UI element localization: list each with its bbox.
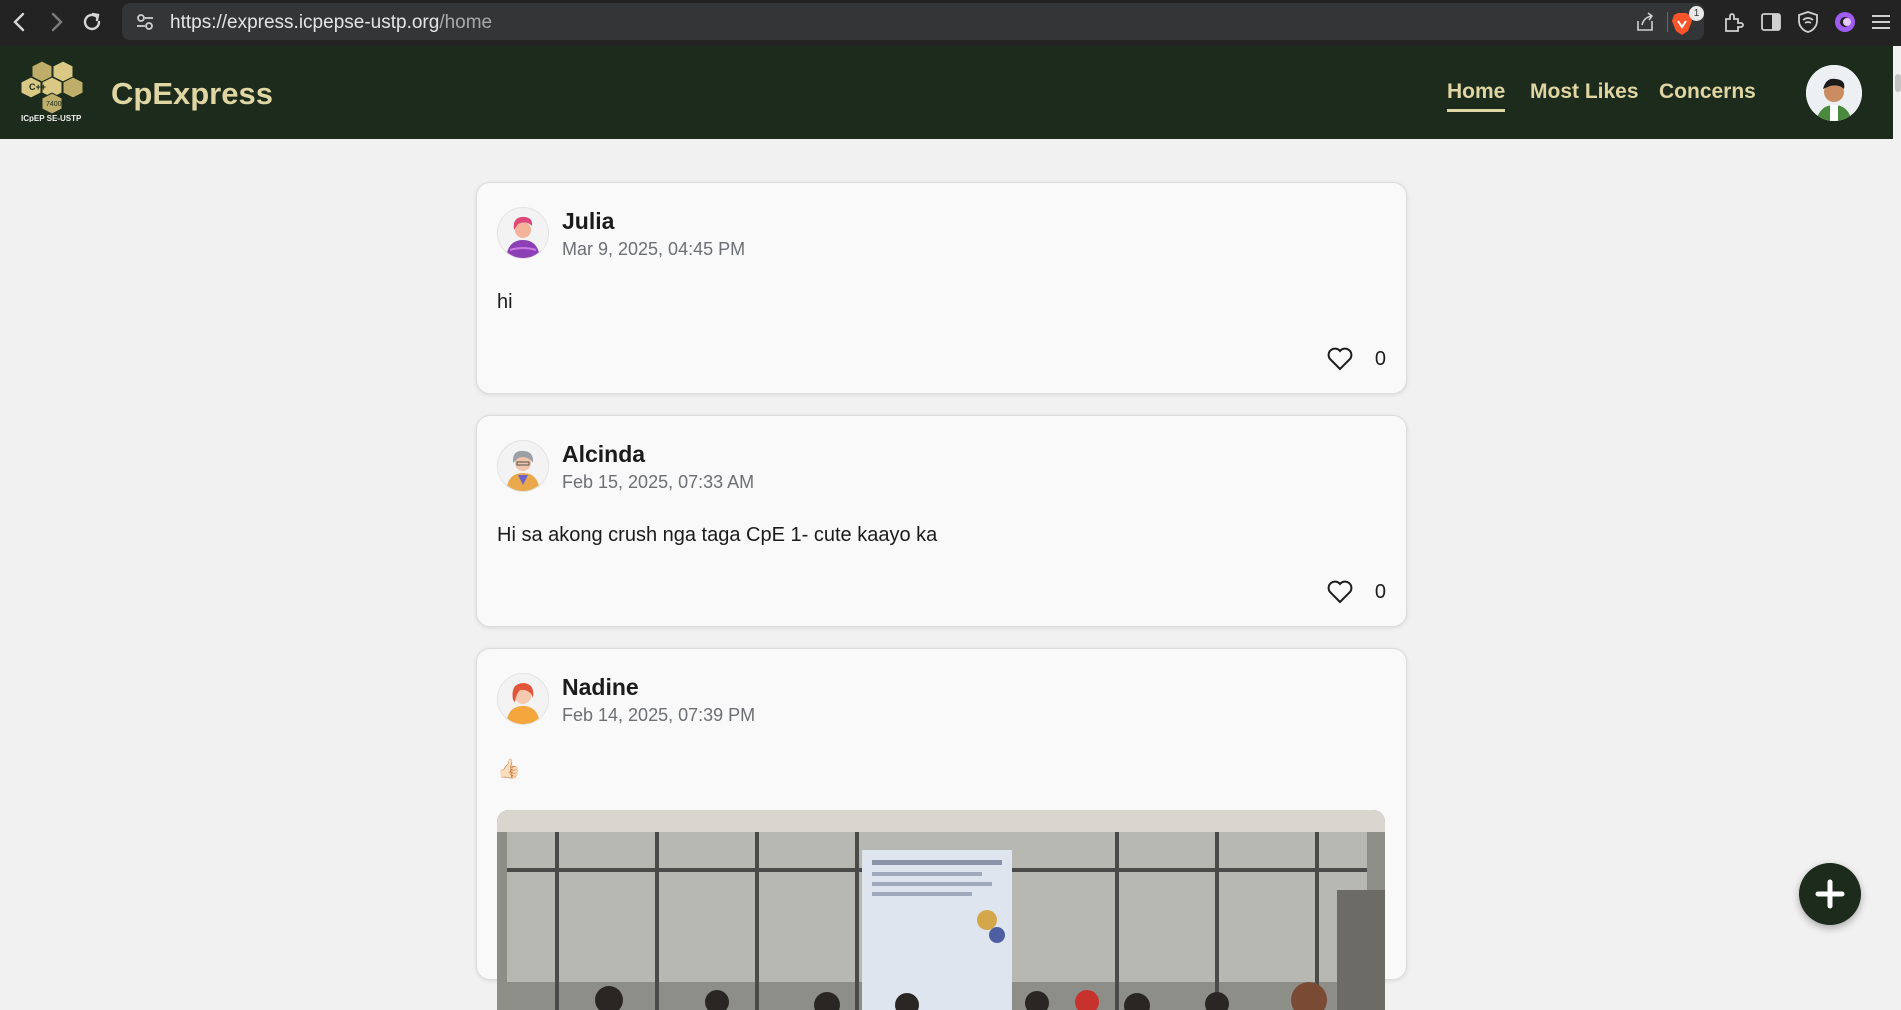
leo-ai-icon[interactable] xyxy=(1833,10,1857,34)
elderly-avatar-icon xyxy=(506,450,540,491)
forward-icon[interactable] xyxy=(44,10,68,34)
woman-avatar-icon xyxy=(506,683,540,724)
sidebar-icon[interactable] xyxy=(1759,10,1783,34)
post-card: Nadine Feb 14, 2025, 07:39 PM 👍🏻 xyxy=(476,648,1407,1010)
url-text: https://express.icpepse-ustp.org/home xyxy=(170,12,493,33)
page-scrollbar[interactable] xyxy=(1893,46,1901,964)
address-bar[interactable]: https://express.icpepse-ustp.org/home xyxy=(122,3,1704,40)
post-content: 👍🏻 xyxy=(497,759,521,780)
post-avatar[interactable] xyxy=(497,673,549,725)
app-title[interactable]: CpExpress xyxy=(111,76,273,112)
post-content: hi xyxy=(497,291,513,313)
like-count: 0 xyxy=(1374,581,1386,603)
share-icon[interactable] xyxy=(1634,11,1656,33)
back-icon[interactable] xyxy=(8,10,32,34)
group-photo xyxy=(497,810,1385,1010)
nav-most-likes[interactable]: Most Likes xyxy=(1530,80,1639,104)
post-content: Hi sa akong crush nga taga CpE 1- cute k… xyxy=(497,524,938,546)
post-author[interactable]: Alcinda xyxy=(562,441,645,468)
like-button[interactable]: 0 xyxy=(1326,579,1386,607)
nav-home[interactable]: Home xyxy=(1447,80,1506,112)
post-timestamp: Feb 15, 2025, 07:33 AM xyxy=(562,472,755,492)
user-avatar-icon xyxy=(1806,65,1862,121)
app-header: C++ 7400 ICpEP SE-USTP CpExpress Home Mo… xyxy=(0,46,1893,139)
post-author[interactable]: Julia xyxy=(562,208,614,235)
create-post-button[interactable] xyxy=(1799,863,1861,925)
vpn-shield-icon[interactable] xyxy=(1796,10,1820,34)
post-card: Julia Mar 9, 2025, 04:45 PM hi 0 xyxy=(476,182,1407,394)
plus-icon xyxy=(1815,879,1845,909)
shields-badge: 1 xyxy=(1689,6,1704,21)
post-avatar[interactable] xyxy=(497,207,549,259)
site-settings-icon[interactable] xyxy=(134,11,156,33)
reload-icon[interactable] xyxy=(80,10,104,34)
brave-shields[interactable]: 1 xyxy=(1664,4,1704,40)
post-timestamp: Feb 14, 2025, 07:39 PM xyxy=(562,705,756,725)
post-author[interactable]: Nadine xyxy=(562,674,639,701)
heart-icon[interactable] xyxy=(1326,579,1354,605)
like-button[interactable]: 0 xyxy=(1326,346,1386,374)
svg-text:ICpEP SE-USTP: ICpEP SE-USTP xyxy=(21,114,82,122)
like-count: 0 xyxy=(1374,348,1386,370)
woman-avatar-icon xyxy=(506,216,540,258)
svg-text:7400: 7400 xyxy=(46,101,62,108)
nav-concerns[interactable]: Concerns xyxy=(1659,80,1756,104)
user-avatar[interactable] xyxy=(1806,65,1862,121)
heart-icon[interactable] xyxy=(1326,346,1354,372)
browser-toolbar: https://express.icpepse-ustp.org/home 1 xyxy=(0,0,1901,46)
post-avatar[interactable] xyxy=(497,440,549,492)
post-card: Alcinda Feb 15, 2025, 07:33 AM Hi sa ako… xyxy=(476,415,1407,627)
scrollbar-thumb[interactable] xyxy=(1895,74,1901,92)
post-photo[interactable] xyxy=(497,810,1385,1010)
extensions-icon[interactable] xyxy=(1721,10,1745,34)
post-timestamp: Mar 9, 2025, 04:45 PM xyxy=(562,239,746,259)
menu-icon[interactable] xyxy=(1869,10,1893,34)
organization-logo[interactable]: C++ 7400 ICpEP SE-USTP xyxy=(20,60,86,122)
svg-text:C++: C++ xyxy=(29,82,46,92)
